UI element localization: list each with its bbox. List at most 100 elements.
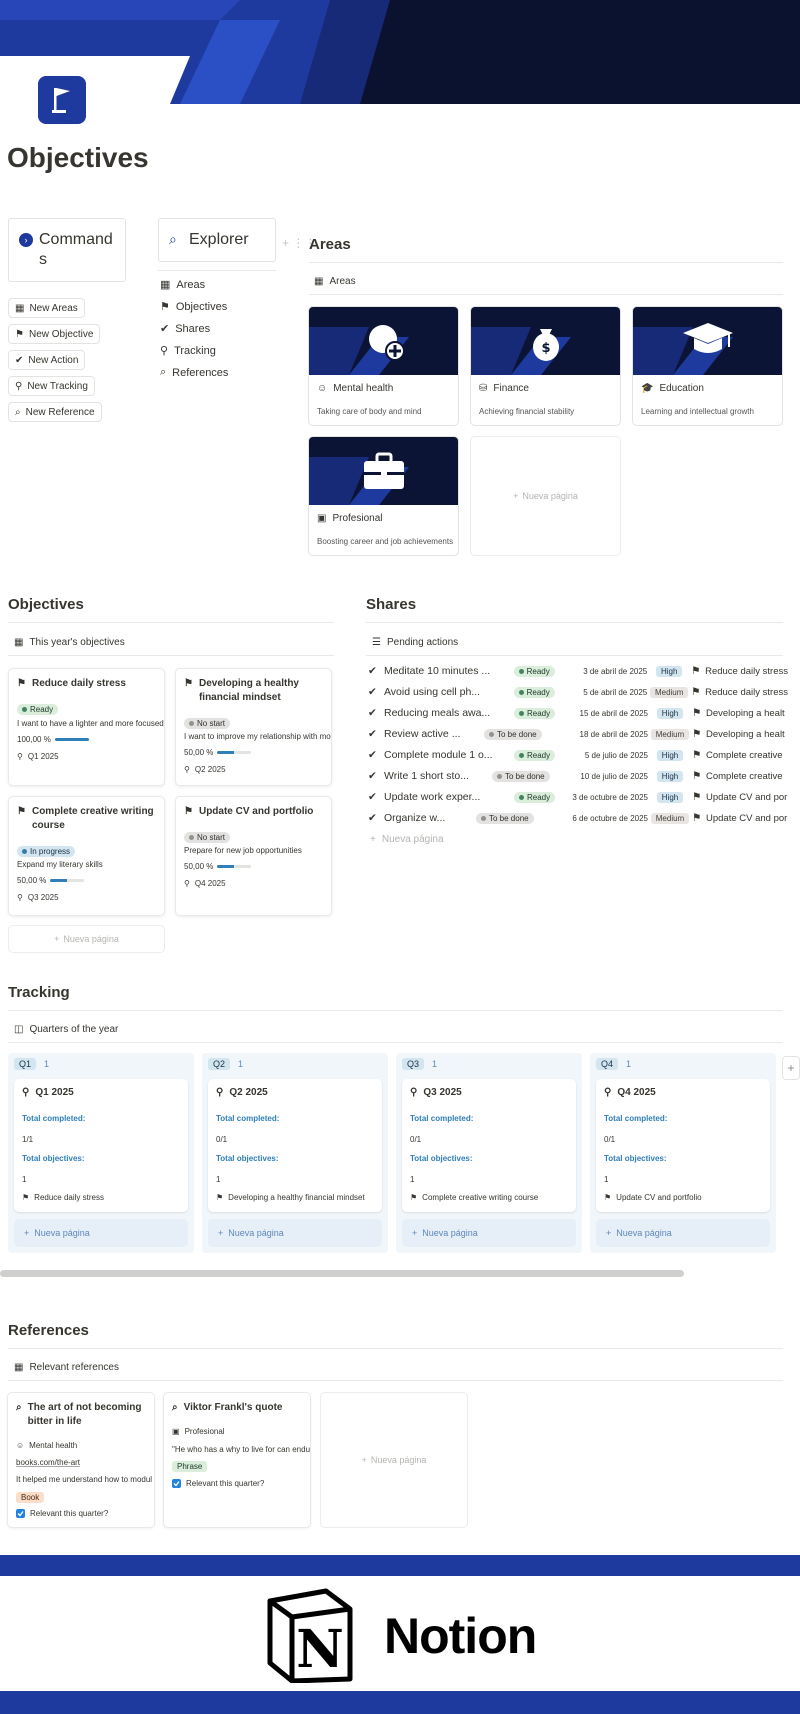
objectives-view-tab[interactable]: ▦ This year's objectives [14,637,125,648]
references-view-tab[interactable]: ▦ Relevant references [14,1362,119,1373]
column-header: Q1 1 [14,1058,49,1070]
nav-item-shares[interactable]: ✔ Shares [160,322,210,336]
briefcase-icon: ▣ [172,1427,180,1436]
briefcase-icon: ▣ [317,513,327,524]
list-item[interactable]: ✔ Meditate 10 minutes ... Ready 3 de abril … [368,663,788,679]
tracking-view-tab[interactable]: ◫ Quarters of the year [14,1024,118,1035]
add-group-button[interactable]: + [782,1056,800,1080]
link[interactable]: books.com/the-art [16,1458,80,1467]
shares-view-tab[interactable]: ☰ Pending actions [372,637,458,648]
pin-icon: ⚲ [184,879,190,888]
priority-badge: Medium [650,813,690,824]
new-objective-button[interactable]: ⚑ New Objective [8,324,101,344]
objective-card[interactable]: ⚑ Developing a healthy financial mindset … [175,668,332,786]
board-card[interactable]: ⚲ Q1 2025 Total completed: 1/1 Total objec… [14,1079,188,1212]
new-action-button[interactable]: ✔ New Action [8,350,86,370]
status-badge: In progress [17,846,76,857]
relevant-checkbox[interactable]: Relevant this quarter? [16,1509,108,1518]
flag-icon: ⚑ [160,301,170,313]
card-description: It helped me understand how to modul [16,1475,153,1484]
check-badge-icon: ✔ [368,812,377,824]
card-cover [309,307,458,375]
plus-icon: + [24,1228,30,1238]
new-page-button[interactable]: + Nueva página [208,1219,382,1247]
card-description: Boosting career and job achievements [317,537,454,546]
pin-icon: ⚲ [410,1087,418,1098]
board-card[interactable]: ⚲ Q4 2025 Total completed: 0/1 Total objec… [596,1079,770,1212]
cover-banner [0,0,800,104]
search-icon: ⌕ [15,406,21,418]
new-page-button[interactable]: + Nueva página [470,436,621,556]
divider [366,655,783,656]
status-badge: Ready [514,792,556,803]
divider [8,1042,783,1043]
horizontal-scrollbar[interactable] [0,1270,684,1277]
flag-icon: ⚑ [692,749,702,761]
status-badge: Ready [17,704,59,715]
nav-item-objectives[interactable]: ⚑ Objectives [160,300,227,314]
nav-item-references[interactable]: ⌕ References [160,366,228,379]
quarter-link[interactable]: ⚲ Q2 2025 [184,765,226,774]
list-item[interactable]: ✔ Avoid using cell ph... Ready 5 de abril d… [368,684,788,700]
quarter-link[interactable]: ⚲ Q4 2025 [184,879,226,888]
gallery-icon: ▦ [14,1362,24,1373]
new-page-button[interactable]: + Nueva página [14,1219,188,1247]
areas-heading: Areas [309,236,351,253]
new-page-button[interactable]: + Nueva página [402,1219,576,1247]
priority-badge: Medium [649,687,689,698]
card-cover [309,437,458,505]
flag-icon: ⚑ [17,678,26,689]
area-card-finance[interactable]: $ ⛁ Finance Achieving financial stability [470,306,621,426]
card-description: Prepare for new job opportunities [184,846,302,855]
check-badge-icon: ✔ [15,354,24,366]
list-item[interactable]: ✔ Complete module 1 o... Ready 5 de julio d… [368,747,788,763]
quarter-link[interactable]: ⚲ Q3 2025 [17,893,59,902]
new-reference-button[interactable]: ⌕ New Reference [8,402,102,422]
card-title: ☺ Mental health [317,383,394,394]
nav-item-areas[interactable]: ▦ Areas [160,278,205,292]
new-page-button[interactable]: + Nueva página [370,834,444,845]
list-item[interactable]: ✔ Update work exper... Ready 3 de octubre d… [368,789,788,805]
new-tracking-button[interactable]: ⚲ New Tracking [8,376,95,396]
list-item[interactable]: ✔ Organize w... To be done 6 de octubre de … [368,810,788,826]
list-item[interactable]: ✔ Write 1 short sto... To be done 10 de jul… [368,768,788,784]
list-item[interactable]: ✔ Review active ... To be done 18 de abril … [368,726,788,742]
objective-card[interactable]: ⚑ Update CV and portfolio No start Prepar… [175,796,332,916]
check-badge-icon: ✔ [368,791,377,803]
new-page-button[interactable]: + Nueva página [596,1219,770,1247]
card-description: Learning and intellectual growth [641,407,754,416]
flag-icon: ⚑ [691,686,701,698]
area-card-education[interactable]: 🎓 Education Learning and intellectual gro… [632,306,783,426]
board-card[interactable]: ⚲ Q3 2025 Total completed: 0/1 Total objec… [402,1079,576,1212]
divider [158,270,276,271]
list-item[interactable]: ✔ Reducing meals awa... Ready 15 de abril d… [368,705,788,721]
board-card[interactable]: ⚲ Q2 2025 Total completed: 0/1 Total objec… [208,1079,382,1212]
flag-icon [38,76,86,124]
list-icon: ☰ [372,637,381,648]
check-badge-icon: ✔ [368,707,377,719]
search-icon: ⌕ [172,1402,178,1413]
new-page-button[interactable]: + Nueva página [320,1392,468,1528]
relevant-checkbox[interactable]: Relevant this quarter? [172,1479,264,1488]
nav-item-tracking[interactable]: ⚲ Tracking [160,344,216,358]
divider [8,1010,783,1011]
objective-card[interactable]: ⚑ Complete creative writing course In pro… [8,796,165,916]
priority-badge: High [656,750,684,761]
reference-card[interactable]: ⌕ Viktor Frankl's quote ▣ Profesional "He … [163,1392,311,1528]
status-badge: To be done [484,729,542,740]
area-card-profesional[interactable]: ▣ Profesional Boosting career and job ach… [308,436,459,556]
objective-card[interactable]: ⚑ Reduce daily stress Ready I want to hav… [8,668,165,786]
new-page-button[interactable]: + Nueva página [8,925,165,953]
progress: 100,00 % [17,735,89,744]
quarter-link[interactable]: ⚲ Q1 2025 [17,752,59,761]
reference-card[interactable]: ⌕ The art of not becoming bitter in life … [7,1392,155,1528]
check-badge-icon: ✔ [368,770,377,782]
plus-icon: + [513,491,519,501]
board-column-q3: Q3 1 ⚲ Q3 2025 Total completed: 0/1 Total o… [396,1053,582,1253]
new-areas-button[interactable]: ▦ New Areas [8,298,85,318]
search-icon: ⌕ [16,1402,22,1413]
pin-icon: ⚲ [184,765,190,774]
areas-view-tab[interactable]: ▦ Areas [314,276,356,287]
area-card-mental-health[interactable]: ☺ Mental health Taking care of body and m… [308,306,459,426]
area-relation: ☺ Mental health [16,1441,78,1450]
